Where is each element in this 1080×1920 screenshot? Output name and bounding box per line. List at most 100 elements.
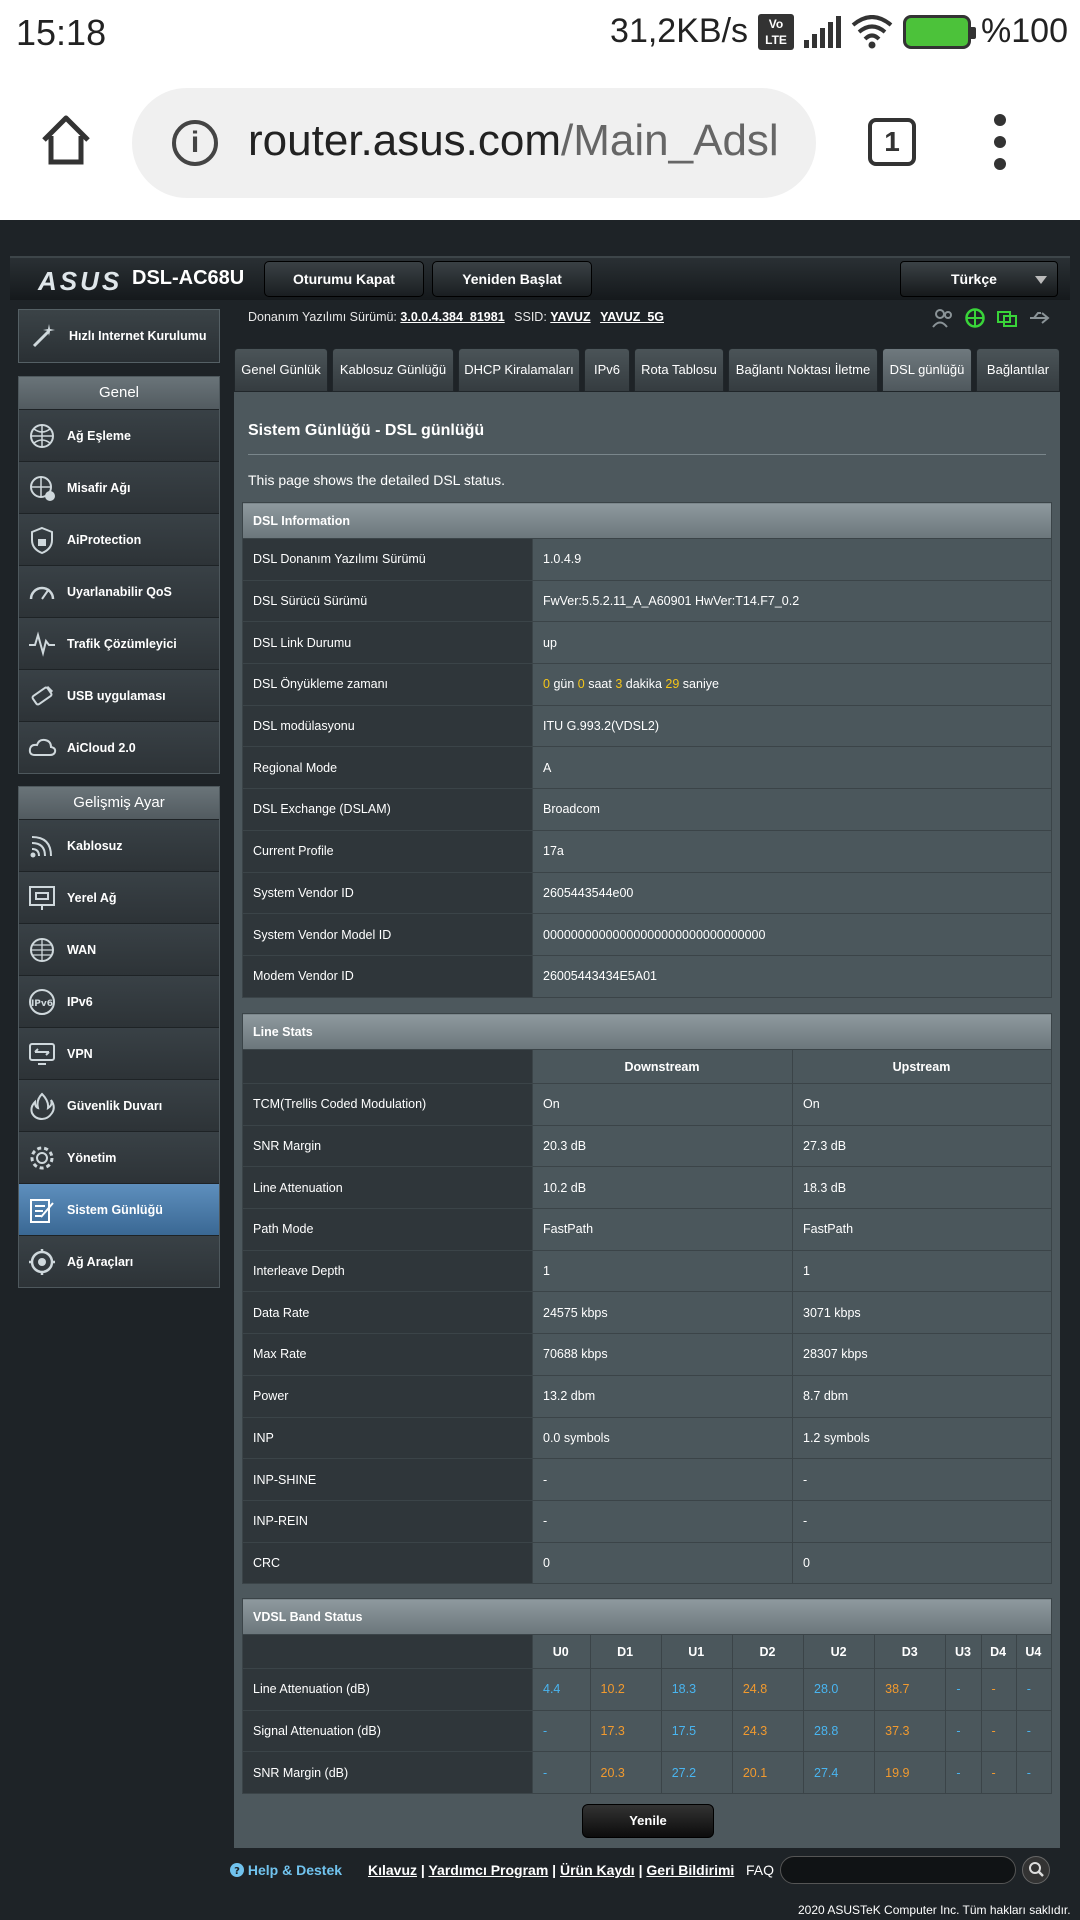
band-value: 38.7 — [874, 1668, 947, 1711]
sidebar-advanced: Gelişmiş Ayar Kablosuz Yerel Ağ WAN IPv6… — [18, 786, 220, 1288]
router-header: ASUS DSL-AC68U Oturumu Kapat Yeniden Baş… — [10, 256, 1070, 300]
table-row: Power 13.2 dbm 8.7 dbm — [242, 1374, 1052, 1418]
ssid-link-1[interactable]: YAVUZ — [550, 310, 590, 324]
sidebar-item-system-log[interactable]: Sistem Günlüğü — [19, 1183, 219, 1235]
sidebar-general: Genel Ağ Eşleme Misafir Ağı AiProtection… — [18, 376, 220, 774]
usb-icon[interactable] — [1028, 308, 1050, 328]
sidebar-item-administration[interactable]: Yönetim — [19, 1131, 219, 1183]
pulse-icon — [29, 630, 55, 657]
sidebar-item-usb-application[interactable]: USB uygulaması — [19, 669, 219, 721]
search-button[interactable] — [1022, 1856, 1050, 1884]
product-registration-link[interactable]: Ürün Kaydı — [560, 1862, 635, 1878]
lock-shield-icon — [31, 526, 53, 554]
search-icon — [1029, 1862, 1044, 1877]
band-header: U0 — [532, 1634, 591, 1669]
band-value: 28.8 — [803, 1709, 876, 1753]
ssid-link-2[interactable]: YAVUZ_5G — [600, 310, 664, 324]
wan-globe-icon — [30, 937, 54, 962]
sidebar-item-aiprotection[interactable]: AiProtection — [19, 513, 219, 565]
svg-text:?: ? — [234, 1866, 240, 1877]
firmware-version-link[interactable]: 3.0.0.4.384_81981 — [400, 310, 504, 324]
quick-setup-button[interactable]: Hızlı Internet Kurulumu — [18, 309, 220, 363]
browser-toolbar: i router.asus.com/Main_Adsl 1 — [0, 68, 1080, 220]
refresh-button[interactable]: Yenile — [582, 1804, 714, 1838]
sidebar-item-aicloud[interactable]: AiCloud 2.0 — [19, 721, 219, 773]
table-row: DSL Exchange (DSLAM) Broadcom — [242, 788, 1052, 831]
table-row: Max Rate 70688 kbps 28307 kbps — [242, 1333, 1052, 1376]
table-row: Line Attenuation 10.2 dB 18.3 dB — [242, 1166, 1052, 1210]
table-row: Signal Attenuation (dB) -17.3 17.5 24.3 28.8… — [242, 1709, 1053, 1753]
clock: 15:18 — [16, 12, 107, 53]
sidebar-item-traffic-analyzer[interactable]: Trafik Çözümleyici — [19, 617, 219, 669]
sidebar-item-network-tools[interactable]: Ağ Araçları — [19, 1235, 219, 1287]
tab-ipv6[interactable]: IPv6 — [584, 348, 630, 392]
router-page: ASUS DSL-AC68U Oturumu Kapat Yeniden Baş… — [0, 220, 1080, 1920]
wireless-icon — [30, 835, 52, 857]
info-icon[interactable]: i — [172, 120, 218, 166]
sidebar-item-guest-network[interactable]: Misafir Ağı — [19, 461, 219, 513]
tab-routing-table[interactable]: Rota Tablosu — [634, 348, 724, 392]
table-row: DSL Donanım Yazılımı Sürümü 1.0.4.9 — [242, 538, 1052, 581]
help-support-link[interactable]: ? Help & Destek — [230, 1862, 342, 1878]
sidebar-item-ipv6[interactable]: IPv6 IPv6 — [19, 975, 219, 1027]
language-select[interactable]: Türkçe — [900, 261, 1058, 297]
band-value: - — [1015, 1751, 1053, 1795]
clients-icon[interactable] — [932, 308, 954, 328]
table-row: INP 0.0 symbols 1.2 symbols — [242, 1416, 1052, 1460]
tab-connections[interactable]: Bağlantılar — [976, 348, 1060, 392]
url-text[interactable]: router.asus.com/Main_Adsl — [248, 116, 798, 166]
wand-icon — [32, 324, 55, 348]
usb-stick-icon — [31, 685, 54, 705]
sidebar-item-lan[interactable]: Yerel Ağ — [19, 871, 219, 923]
vpn-icon — [29, 1042, 55, 1065]
help-icon: ? — [230, 1863, 244, 1877]
manual-link[interactable]: Kılavuz — [368, 1862, 417, 1878]
model-name: DSL-AC68U — [132, 267, 245, 289]
feedback-link[interactable]: Geri Bildirimi — [646, 1862, 734, 1878]
sidebar-item-vpn[interactable]: VPN — [19, 1027, 219, 1079]
band-value: 28.0 — [803, 1668, 876, 1711]
page-title: Sistem Günlüğü - DSL günlüğü — [248, 422, 485, 439]
downstream-header: Downstream — [532, 1049, 793, 1084]
overflow-menu-icon[interactable] — [994, 114, 1008, 174]
tab-wireless-log[interactable]: Kablosuz Günlüğü — [332, 348, 454, 392]
band-header: U3 — [945, 1634, 982, 1669]
table-row: Interleave Depth 1 1 — [242, 1249, 1052, 1293]
logout-button[interactable]: Oturumu Kapat — [264, 261, 424, 297]
sidebar-item-firewall[interactable]: Güvenlik Duvarı — [19, 1079, 219, 1131]
dsl-info-table: DSL Information DSL Donanım Yazılımı Sür… — [242, 502, 1052, 998]
band-value: 20.1 — [731, 1751, 805, 1795]
tab-port-forwarding[interactable]: Bağlantı Noktası İletme — [728, 348, 878, 392]
sidebar-item-adaptive-qos[interactable]: Uyarlanabilir QoS — [19, 565, 219, 617]
table-row: Line Attenuation (dB) 4.4 10.2 18.3 24.8 28.0… — [242, 1668, 1053, 1711]
band-value: - — [532, 1709, 591, 1753]
home-icon[interactable] — [38, 112, 94, 168]
cloud-icon — [28, 738, 57, 756]
tab-dhcp-leases[interactable]: DHCP Kiralamaları — [458, 348, 580, 392]
table-row: Path Mode FastPath FastPath — [242, 1208, 1052, 1251]
tab-dsl-log[interactable]: DSL günlüğü — [882, 348, 972, 392]
sidebar-item-network-map[interactable]: Ağ Eşleme — [19, 409, 219, 461]
band-value: 37.3 — [874, 1709, 947, 1753]
table-row: System Vendor Model ID 000000000000000000… — [242, 913, 1052, 956]
utility-link[interactable]: Yardımcı Program — [428, 1862, 548, 1878]
tab-general-log[interactable]: Genel Günlük — [234, 348, 328, 392]
band-header: D4 — [980, 1634, 1017, 1669]
faq-search-input[interactable] — [780, 1856, 1016, 1884]
internet-globe-icon[interactable] — [964, 308, 986, 328]
table-row: DSL Önyükleme zamanı 0 gün 0 saat 3 dakik… — [242, 663, 1052, 706]
reboot-button[interactable]: Yeniden Başlat — [432, 261, 592, 297]
status-icons: 31,2KB/s Vo LTE %100 — [610, 12, 1068, 51]
band-value: 27.4 — [803, 1751, 876, 1795]
sidebar-item-wan[interactable]: WAN — [19, 923, 219, 975]
sidebar-item-wireless[interactable]: Kablosuz — [19, 819, 219, 871]
page-description: This page shows the detailed DSL status. — [248, 472, 506, 488]
volte-icon: Vo LTE — [758, 13, 795, 50]
address-bar[interactable]: i router.asus.com/Main_Adsl — [132, 88, 816, 198]
battery-icon — [903, 14, 977, 49]
band-value: 24.8 — [731, 1668, 805, 1711]
tab-switcher-button[interactable]: 1 — [868, 118, 916, 166]
content-panel: Sistem Günlüğü - DSL günlüğü This page s… — [234, 392, 1060, 1848]
copyright: 2020 ASUSTeK Computer Inc. Tüm hakları s… — [798, 1903, 1071, 1917]
network-icon[interactable] — [996, 308, 1018, 328]
